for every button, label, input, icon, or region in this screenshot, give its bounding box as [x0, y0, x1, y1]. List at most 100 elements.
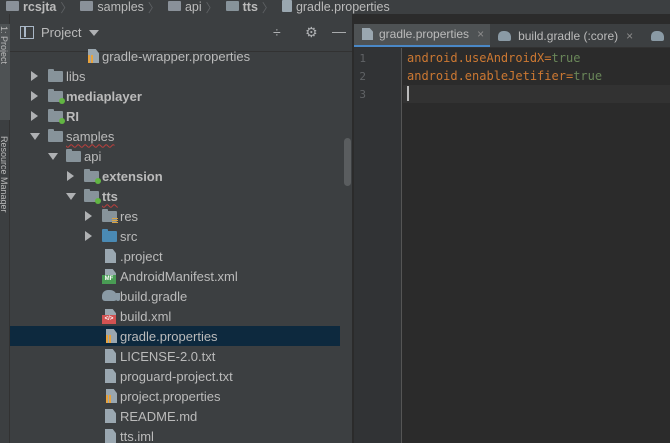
- property-value: true: [551, 51, 581, 65]
- code-line-1[interactable]: android.useAndroidX=true: [407, 51, 580, 65]
- tree-label: AndroidManifest.xml: [120, 268, 238, 284]
- tree-row-tts-iml[interactable]: tts.iml: [10, 426, 340, 443]
- tree-row-build-gradle[interactable]: build.gradle: [10, 286, 340, 306]
- gradle-elephant-icon: [498, 30, 512, 41]
- tree-row-readme[interactable]: README.md: [10, 406, 340, 426]
- folder-icon: [6, 1, 19, 11]
- chevron-right-icon: 〉: [205, 0, 218, 15]
- tree-label: project.properties: [120, 388, 221, 404]
- chevron-right-icon[interactable]: [67, 171, 74, 181]
- tree-label: build.gradle: [120, 288, 188, 304]
- tab-build-gradle-core[interactable]: build.gradle (:core) ×: [490, 24, 639, 47]
- left-tool-window-strip: 1: Project Resource Manager: [0, 14, 10, 443]
- tree-row-extension[interactable]: extension: [10, 166, 340, 186]
- chevron-down-icon[interactable]: [30, 132, 40, 140]
- tree-row-libs[interactable]: libs: [10, 66, 340, 86]
- chevron-right-icon[interactable]: [31, 71, 38, 81]
- close-icon[interactable]: ×: [477, 27, 484, 41]
- gradle-elephant-icon: [651, 30, 665, 41]
- chevron-down-icon[interactable]: [89, 29, 100, 36]
- editor-area: gradle.properties × build.gradle (:core)…: [354, 14, 670, 443]
- hide-panel-icon[interactable]: —: [332, 23, 346, 39]
- tree-row-gradle-properties[interactable]: gradle.properties: [10, 326, 340, 346]
- breadcrumb-item-gradle-properties[interactable]: gradle.properties: [276, 0, 390, 14]
- tree-row-res[interactable]: res: [10, 206, 340, 226]
- tree-label: tts.iml: [120, 428, 154, 443]
- breadcrumb-label: gradle.properties: [295, 0, 390, 14]
- tree-label: libs: [66, 68, 86, 84]
- tree-row-mediaplayer[interactable]: mediaplayer: [10, 86, 340, 106]
- tree-label: gradle.properties: [120, 328, 218, 344]
- close-icon[interactable]: ×: [626, 29, 633, 43]
- tab-gradle-properties[interactable]: gradle.properties ×: [354, 24, 491, 47]
- equals-sign: =: [544, 51, 552, 65]
- folder-icon: [167, 1, 181, 11]
- property-key: android.useAndroidX: [407, 51, 545, 65]
- chevron-down-icon[interactable]: [48, 152, 58, 160]
- properties-file-icon: [362, 28, 373, 40]
- project-tree-scrollbar[interactable]: [344, 138, 351, 186]
- breadcrumb-item-samples[interactable]: samples 〉: [74, 0, 162, 14]
- tree-row-tts[interactable]: tts: [10, 186, 340, 206]
- manifest-badge-icon: MF: [102, 275, 116, 284]
- chevron-right-icon[interactable]: [85, 231, 92, 241]
- text-file-icon: [105, 349, 116, 363]
- folder-icon: [48, 129, 63, 142]
- text-cursor: [407, 86, 409, 101]
- breadcrumb-label: api: [184, 0, 202, 14]
- folder-icon: [48, 69, 63, 82]
- collapse-all-icon[interactable]: ÷: [273, 24, 281, 40]
- tree-row-project-properties[interactable]: project.properties: [10, 386, 340, 406]
- tree-label: samples: [66, 128, 115, 144]
- property-value: true: [573, 69, 603, 83]
- current-line-highlight: [403, 85, 670, 103]
- folder-icon: [66, 149, 81, 162]
- tree-row-ri[interactable]: RI: [10, 106, 340, 126]
- text-file-icon: [105, 369, 116, 383]
- tree-label: gradle-wrapper.properties: [102, 48, 251, 64]
- breadcrumb-item-tts[interactable]: tts 〉: [220, 0, 276, 14]
- tree-label: build.xml: [120, 308, 172, 324]
- tree-row-samples[interactable]: samples: [10, 126, 340, 146]
- editor-tab-bar: gradle.properties × build.gradle (:core)…: [354, 24, 670, 48]
- code-line-2[interactable]: android.enableJetifier=true: [407, 69, 602, 83]
- breadcrumb-item-rcsjta[interactable]: rcsjta 〉: [0, 0, 74, 14]
- resource-manager-tool-button[interactable]: Resource Manager: [0, 136, 9, 213]
- module-folder-icon: [48, 109, 65, 124]
- tree-row-api[interactable]: api: [10, 146, 340, 166]
- tab-overflow[interactable]: [639, 24, 670, 47]
- module-folder-icon: [84, 189, 101, 204]
- chevron-down-icon[interactable]: [66, 192, 76, 200]
- breadcrumb-label: samples: [97, 0, 144, 14]
- tab-label: build.gradle (:core): [518, 28, 619, 43]
- tree-row-dot-project[interactable]: .project: [10, 246, 340, 266]
- properties-file-icon: [106, 329, 117, 343]
- tree-row-src[interactable]: src: [10, 226, 340, 246]
- tree-row-gradle-wrapper-properties[interactable]: gradle-wrapper.properties: [10, 46, 340, 66]
- tree-label: LICENSE-2.0.txt: [120, 348, 216, 364]
- tree-label: proguard-project.txt: [120, 368, 233, 384]
- tree-label: src: [120, 228, 138, 244]
- project-tool-button[interactable]: 1: Project: [0, 24, 10, 120]
- project-panel: Project ÷ ⚙ — gradle-wrapper.properties …: [10, 14, 353, 443]
- chevron-right-icon: 〉: [261, 0, 274, 15]
- tree-row-license[interactable]: LICENSE-2.0.txt: [10, 346, 340, 366]
- project-view-selector[interactable]: Project: [41, 25, 81, 40]
- tree-label: .project: [120, 248, 163, 264]
- folder-icon: [80, 1, 94, 11]
- line-number-gutter: 1 2 3: [354, 48, 402, 443]
- module-folder-icon: [225, 1, 239, 11]
- tree-row-androidmanifest[interactable]: MF AndroidManifest.xml: [10, 266, 340, 286]
- tab-label: gradle.properties: [379, 27, 470, 41]
- tree-row-proguard[interactable]: proguard-project.txt: [10, 366, 340, 386]
- gear-icon[interactable]: ⚙: [305, 24, 318, 40]
- chevron-right-icon[interactable]: [85, 211, 92, 221]
- chevron-right-icon[interactable]: [31, 91, 38, 101]
- project-tool-label: 1: Project: [0, 26, 9, 65]
- tree-row-build-xml[interactable]: </> build.xml: [10, 306, 340, 326]
- tree-label: mediaplayer: [66, 88, 142, 104]
- chevron-right-icon[interactable]: [31, 111, 38, 121]
- breadcrumb-item-api[interactable]: api 〉: [162, 0, 220, 14]
- gradle-elephant-icon: [102, 290, 120, 301]
- tree-label: res: [120, 208, 139, 224]
